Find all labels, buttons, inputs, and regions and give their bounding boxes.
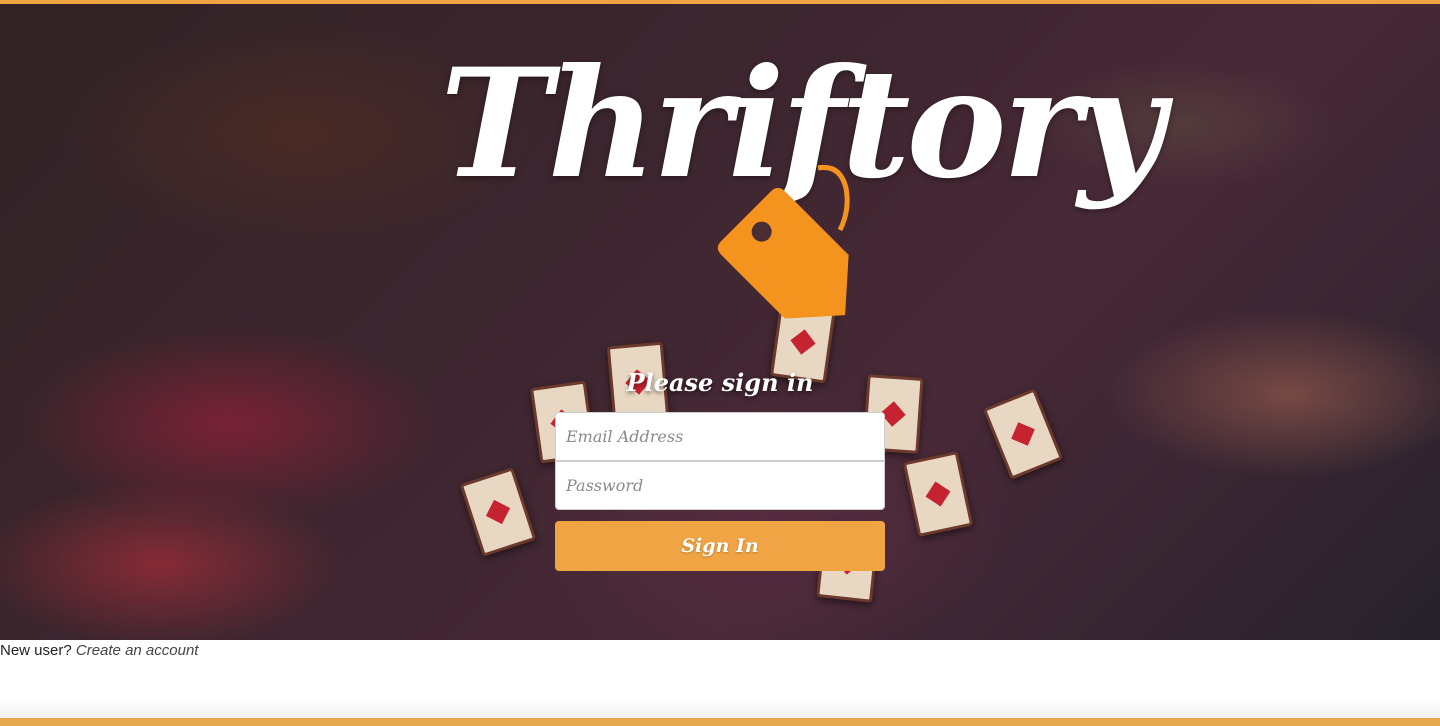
password-field[interactable] [555, 461, 885, 510]
signin-title: Please sign in [626, 368, 814, 397]
register-prompt: New user? [0, 642, 72, 659]
create-account-link[interactable]: Create an account [76, 642, 199, 659]
sign-in-button[interactable]: Sign In [555, 521, 885, 571]
bottom-accent-bar [0, 718, 1440, 726]
email-field[interactable] [555, 412, 885, 461]
bottom-fade [0, 700, 1440, 718]
price-tag-icon [717, 164, 850, 319]
register-prompt-line: New user? Create an account [0, 642, 198, 659]
